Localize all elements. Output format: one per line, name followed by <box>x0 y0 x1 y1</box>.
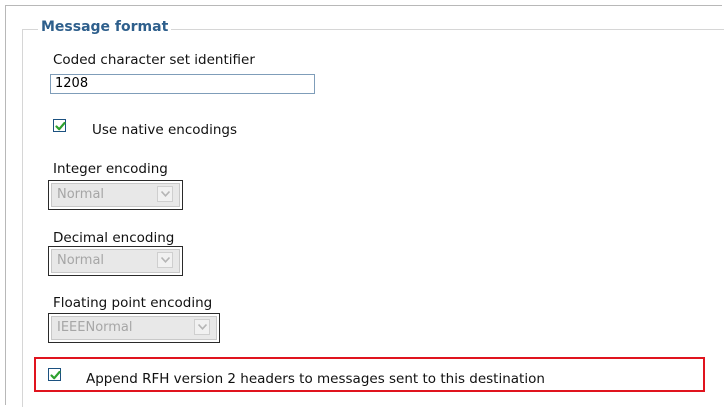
native-encodings-label: Use native encodings <box>92 122 237 138</box>
integer-encoding-label: Integer encoding <box>53 161 168 177</box>
chevron-down-icon <box>157 186 173 202</box>
append-rfh-checkbox[interactable] <box>48 368 61 381</box>
decimal-encoding-value: Normal <box>57 253 105 268</box>
integer-encoding-value: Normal <box>57 187 105 202</box>
integer-encoding-select[interactable]: Normal <box>48 180 183 210</box>
chevron-down-icon <box>194 319 210 335</box>
checkmark-icon <box>55 121 66 131</box>
floating-point-encoding-label: Floating point encoding <box>53 295 213 311</box>
append-rfh-label: Append RFH version 2 headers to messages… <box>86 371 545 387</box>
ccsid-input[interactable]: 1208 <box>50 74 315 94</box>
floating-point-encoding-value: IEEENormal <box>57 320 133 335</box>
native-encodings-checkbox[interactable] <box>53 119 66 132</box>
decimal-encoding-label: Decimal encoding <box>53 230 175 246</box>
checkmark-icon <box>50 370 61 380</box>
section-legend: Message format <box>38 19 172 35</box>
chevron-down-icon <box>157 252 173 268</box>
ccsid-label: Coded character set identifier <box>53 52 255 68</box>
decimal-encoding-select[interactable]: Normal <box>48 246 183 276</box>
floating-point-encoding-select[interactable]: IEEENormal <box>48 313 220 343</box>
